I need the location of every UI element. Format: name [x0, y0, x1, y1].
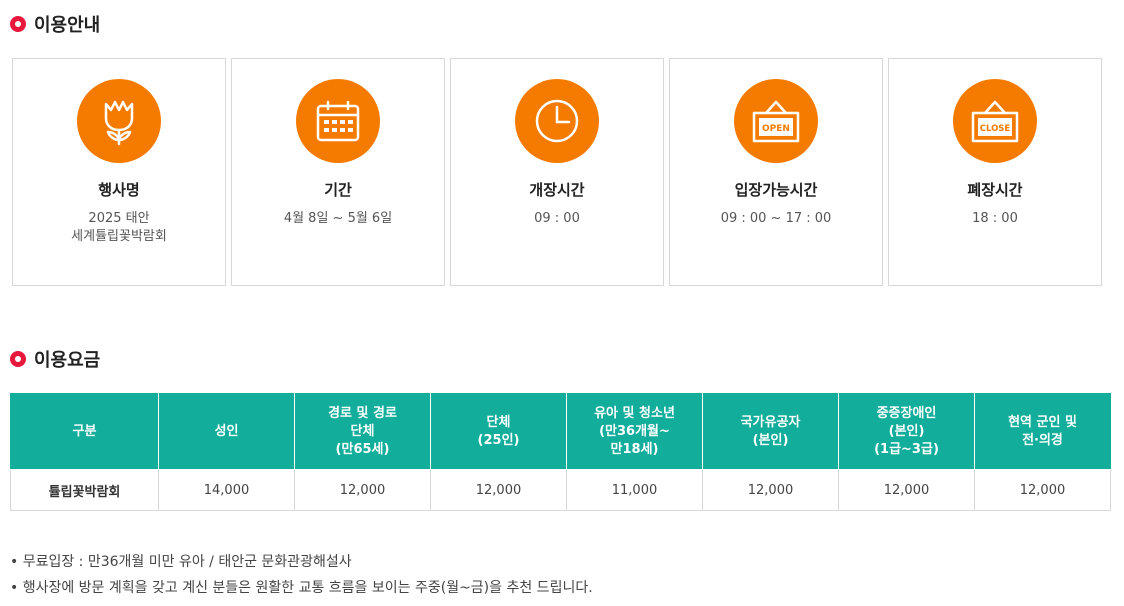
- fee-cell: 12,000: [974, 469, 1111, 511]
- section-title-label: 이용요금: [34, 350, 101, 371]
- fee-cell: 11,000: [566, 469, 703, 511]
- fee-table: 구분 성인 경로 및 경로 단체 (만65세) 단체 (25인) 유아 및 청소…: [10, 393, 1111, 511]
- header-line: 현역 군인 및: [1008, 414, 1077, 430]
- row-label: 튤립꽃박람회: [10, 469, 159, 511]
- fee-table-header-row: 구분 성인 경로 및 경로 단체 (만65세) 단체 (25인) 유아 및 청소…: [10, 393, 1111, 470]
- header-cell: 경로 및 경로 단체 (만65세): [294, 393, 431, 470]
- section-title-label: 이용안내: [34, 15, 101, 36]
- card-value: 18 : 00: [972, 211, 1018, 226]
- clock-icon: [515, 79, 599, 163]
- header-line: 국가유공자: [740, 414, 801, 430]
- info-card-period: 기간 4월 8일 ~ 5월 6일: [231, 58, 445, 286]
- header-line: (만36개월~: [599, 423, 670, 439]
- fee-cell: 14,000: [158, 469, 295, 511]
- card-title: 행사명: [98, 181, 140, 199]
- info-card-event-name: 행사명 2025 태안 세계튤립꽃박람회: [12, 58, 226, 286]
- card-value: 09 : 00: [534, 211, 580, 226]
- card-value-line: 세계튤립꽃박람회: [71, 229, 167, 244]
- section-title-info: 이용안내: [10, 11, 100, 37]
- header-line: (본인): [752, 432, 789, 448]
- tulip-icon: [77, 79, 161, 163]
- header-line: (1급~3급): [874, 441, 939, 457]
- header-cell: 성인: [158, 393, 295, 470]
- header-cell: 국가유공자 (본인): [702, 393, 839, 470]
- open-sign-text: OPEN: [762, 124, 790, 134]
- fee-cell: 12,000: [430, 469, 567, 511]
- info-card-close-time: CLOSE 폐장시간 18 : 00: [888, 58, 1102, 286]
- header-line: (25인): [477, 432, 520, 448]
- header-cell: 구분: [10, 393, 159, 470]
- fee-cell: 12,000: [838, 469, 975, 511]
- open-sign-icon: OPEN: [734, 79, 818, 163]
- section-title-fee: 이용요금: [10, 346, 100, 372]
- header-line: 유아 및 청소년: [594, 405, 675, 421]
- table-row: 튤립꽃박람회 14,000 12,000 12,000 11,000 12,00…: [10, 469, 1111, 511]
- calendar-icon: [296, 79, 380, 163]
- card-value-line: 2025 태안: [88, 211, 150, 226]
- card-value: 4월 8일 ~ 5월 6일: [283, 211, 393, 226]
- note-item: • 행사장에 방문 계획을 갖고 계신 분들은 원활한 교통 흐름을 보이는 주…: [10, 580, 593, 596]
- card-title: 개장시간: [529, 181, 585, 199]
- header-cell: 단체 (25인): [430, 393, 567, 470]
- note-item: • 무료입장 : 만36개월 미만 유아 / 태안군 문화관광해설사: [10, 554, 352, 570]
- header-line: (본인): [888, 423, 925, 439]
- header-line: 만18세): [610, 441, 659, 457]
- card-title: 입장가능시간: [734, 181, 818, 199]
- close-sign-text: CLOSE: [980, 124, 1011, 134]
- header-line: 전·의경: [1022, 432, 1063, 448]
- header-line: 경로 및 경로: [328, 405, 397, 421]
- header-line: (만65세): [335, 441, 390, 457]
- info-card-open-time: 개장시간 09 : 00: [450, 58, 664, 286]
- card-title: 폐장시간: [967, 181, 1023, 199]
- bullet-icon: [10, 16, 26, 32]
- header-line: 단체: [350, 423, 375, 439]
- bullet-icon: [10, 351, 26, 367]
- card-value: 2025 태안 세계튤립꽃박람회: [13, 210, 225, 246]
- header-line: 성인: [214, 423, 239, 439]
- header-cell: 현역 군인 및 전·의경: [974, 393, 1111, 470]
- header-line: 단체: [486, 414, 511, 430]
- fee-cell: 12,000: [702, 469, 839, 511]
- header-cell: 중증장애인 (본인) (1급~3급): [838, 393, 975, 470]
- notes: • 무료입장 : 만36개월 미만 유아 / 태안군 문화관광해설사 • 행사장…: [10, 549, 593, 601]
- header-line: 중증장애인: [876, 405, 937, 421]
- header-line: 구분: [72, 423, 97, 439]
- close-sign-icon: CLOSE: [953, 79, 1037, 163]
- card-value: 09 : 00 ~ 17 : 00: [720, 211, 832, 226]
- card-title: 기간: [324, 181, 352, 199]
- header-cell: 유아 및 청소년 (만36개월~ 만18세): [566, 393, 703, 470]
- info-cards: 행사명 2025 태안 세계튤립꽃박람회 기간 4월 8일 ~ 5월 6일 개장…: [12, 58, 1102, 286]
- info-card-entry-time: OPEN 입장가능시간 09 : 00 ~ 17 : 00: [669, 58, 883, 286]
- fee-cell: 12,000: [294, 469, 431, 511]
